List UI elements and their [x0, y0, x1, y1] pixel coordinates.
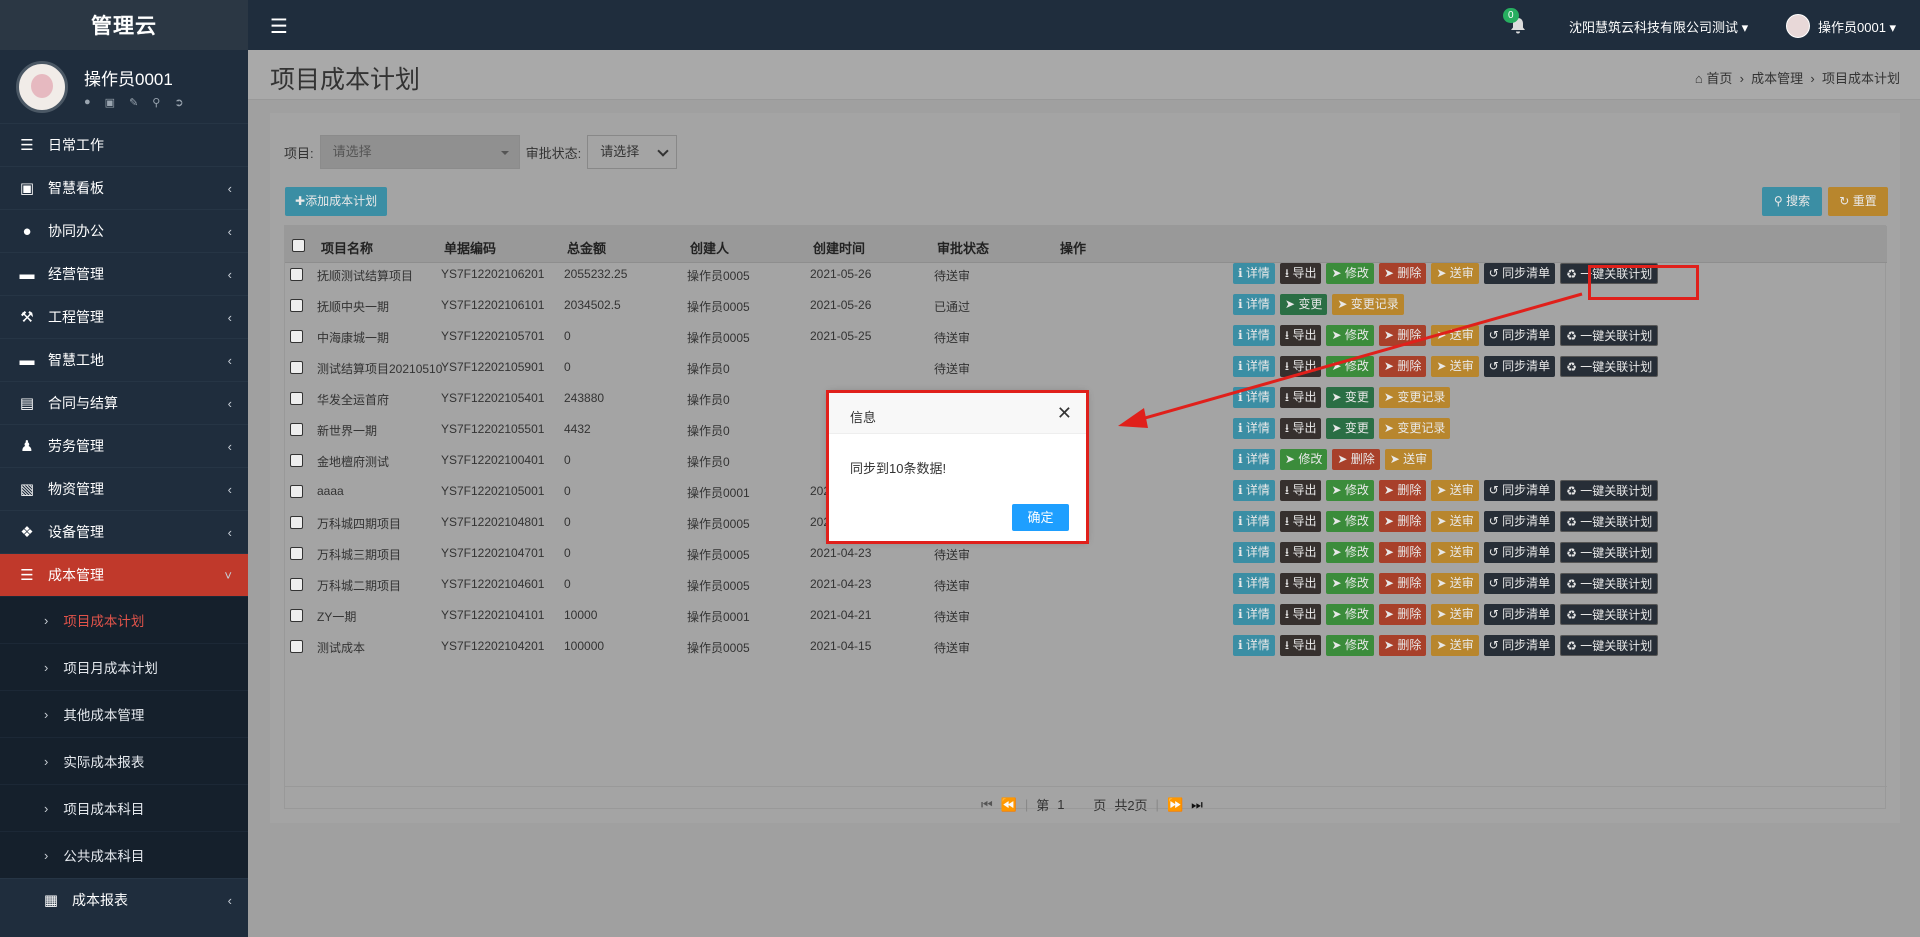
dialog-message: 同步到10条数据! — [850, 461, 947, 476]
info-dialog: 信息 ✕ 同步到10条数据! 确定 — [829, 393, 1086, 541]
dialog-header: 信息 ✕ — [829, 393, 1086, 434]
confirm-button[interactable]: 确定 — [1012, 504, 1069, 531]
close-icon[interactable]: ✕ — [1057, 403, 1072, 424]
dialog-title: 信息 — [850, 410, 877, 425]
